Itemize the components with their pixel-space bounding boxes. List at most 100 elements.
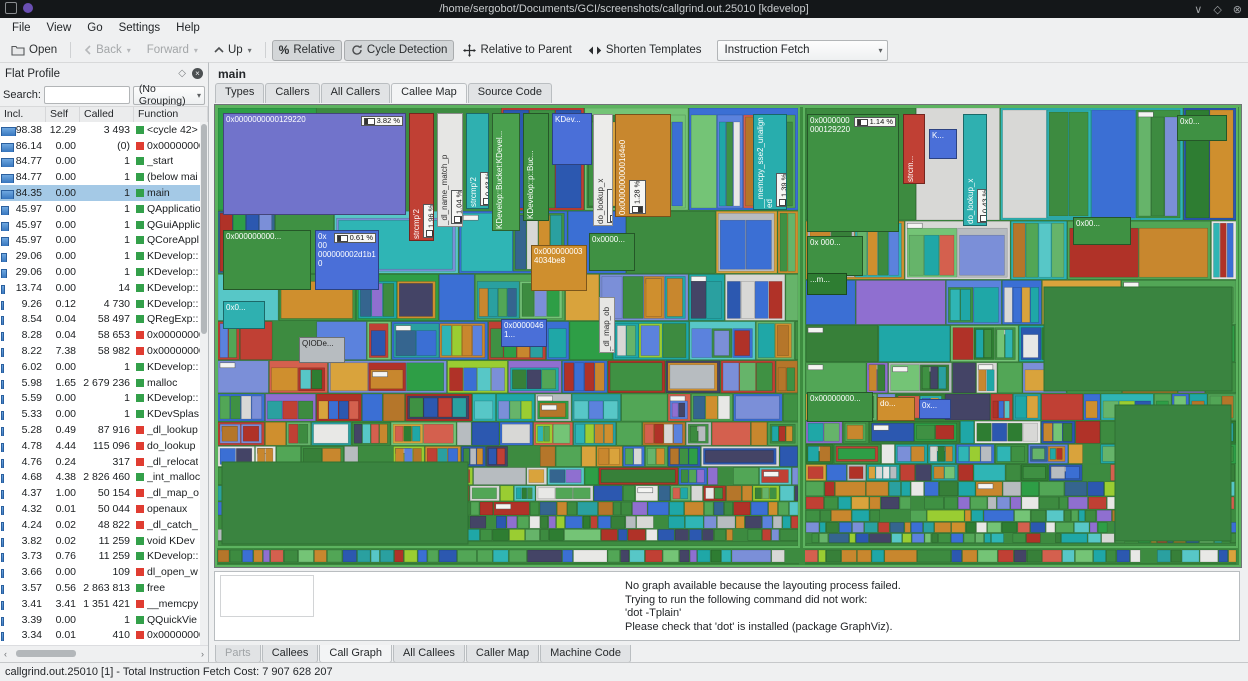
tab-source-code[interactable]: Source Code — [468, 83, 552, 103]
treemap-block[interactable]: ...m... — [807, 273, 847, 295]
table-row[interactable]: 3.340.014100x00000000 — [0, 628, 200, 644]
treemap-block[interactable]: strcmp'21.96 % — [409, 113, 434, 241]
treemap-block[interactable]: 0x0000... — [589, 233, 635, 271]
float-dock-icon[interactable]: ◇ — [178, 68, 186, 79]
treemap-block[interactable]: 3.82 %0x0000000000129220 — [223, 113, 406, 215]
menu-help[interactable]: Help — [168, 20, 208, 36]
menu-settings[interactable]: Settings — [111, 20, 169, 36]
table-row[interactable]: 3.730.7611 259KDevelop:: — [0, 549, 200, 565]
table-row[interactable]: 3.390.001QQuickVie — [0, 612, 200, 628]
table-row[interactable]: 29.060.001KDevelop:: — [0, 264, 200, 280]
table-row[interactable]: 84.770.001(below mai — [0, 169, 200, 185]
treemap-block[interactable]: 0x... — [919, 399, 951, 419]
tab-all-callers[interactable]: All Callers — [321, 83, 391, 103]
tab-call-graph[interactable]: Call Graph — [319, 645, 392, 663]
treemap-block[interactable]: KDev... — [552, 113, 592, 165]
table-row[interactable]: 4.371.0050 154_dl_map_o — [0, 485, 200, 501]
toolbar-shorten-templates[interactable]: Shorten Templates — [581, 40, 709, 61]
table-row[interactable]: 4.684.382 826 460_int_malloc — [0, 470, 200, 486]
maximize-button[interactable]: ◇ — [1213, 3, 1221, 16]
table-row[interactable]: 3.570.562 863 813free — [0, 580, 200, 596]
treemap-block[interactable]: KDevelop::Bucket:KDevel... — [492, 113, 520, 231]
treemap-block[interactable]: 0x00000000... — [807, 392, 873, 422]
table-row[interactable]: 3.413.411 351 421__memcpy — [0, 596, 200, 612]
tab-callee-map[interactable]: Callee Map — [391, 83, 467, 103]
scroll-left-icon[interactable]: ‹ — [4, 649, 7, 659]
table-row[interactable]: 6.020.001KDevelop:: — [0, 359, 200, 375]
table-row[interactable]: 84.350.001main — [0, 185, 200, 201]
toolbar-back[interactable]: Back▾ — [77, 40, 138, 61]
search-input[interactable] — [44, 86, 130, 104]
column-header-called[interactable]: Called — [80, 107, 134, 123]
treemap-block[interactable]: 0x 000... — [807, 236, 863, 276]
table-row[interactable]: 4.240.0248 822_dl_catch_ — [0, 517, 200, 533]
menu-go[interactable]: Go — [79, 20, 110, 36]
tab-all-callees[interactable]: All Callees — [393, 645, 465, 663]
close-dock-icon[interactable]: × — [192, 68, 203, 79]
treemap-block[interactable]: 0x0... — [223, 301, 265, 329]
treemap-block[interactable]: do_lookup_x1.44 % — [593, 114, 613, 226]
table-row[interactable]: 4.760.24317_dl_relocat — [0, 454, 200, 470]
table-row[interactable]: 8.540.0458 497QRegExp:: — [0, 312, 200, 328]
table-row[interactable]: 45.970.001QGuiApplic — [0, 217, 200, 233]
table-row[interactable]: 4.784.44115 096do_lookup — [0, 438, 200, 454]
toolbar-forward[interactable]: Forward▾ — [140, 40, 205, 61]
menu-file[interactable]: File — [4, 20, 39, 36]
treemap-block[interactable]: 0x000000000... — [223, 230, 311, 290]
table-row[interactable]: 5.981.652 679 236malloc — [0, 375, 200, 391]
menu-view[interactable]: View — [39, 20, 80, 36]
treemap-block[interactable]: 0x00... — [1073, 217, 1131, 245]
vertical-scrollbar[interactable] — [200, 122, 208, 646]
table-row[interactable]: 9.260.124 730KDevelop:: — [0, 296, 200, 312]
column-header-function[interactable]: Function — [134, 107, 208, 123]
toolbar-relative[interactable]: %Relative — [272, 40, 342, 61]
treemap-block[interactable]: 0x00000000001d4e01.28 % — [615, 114, 671, 217]
treemap-block[interactable]: do... — [877, 397, 915, 421]
treemap-block[interactable]: do_lookup_x0.43 % — [963, 114, 987, 226]
titlebar[interactable]: /home/sergobot/Documents/GCI/screenshots… — [0, 0, 1248, 18]
treemap-block[interactable]: KDevelop::p::Buc... — [523, 113, 549, 221]
table-row[interactable]: 8.280.0458 6530x00000000 — [0, 327, 200, 343]
flat-profile-table[interactable]: 98.3812.293 493<cycle 42>86.140.00(0)0x0… — [0, 122, 200, 646]
table-row[interactable]: 5.330.001KDevSplas — [0, 406, 200, 422]
treemap-block[interactable]: 1.14 %0x0000000000129220 — [807, 114, 899, 232]
treemap-block[interactable]: 0x00000461... — [501, 319, 547, 347]
callee-map[interactable]: 3.82 %0x0000000000129220strcmp'21.96 %_d… — [214, 104, 1242, 568]
treemap-block[interactable]: 0x0000000034034be8 — [531, 245, 587, 291]
treemap-block[interactable]: K... — [929, 129, 957, 159]
treemap-block[interactable]: __memcpy_sse2_unaligned1.39 % — [753, 114, 787, 210]
treemap-block[interactable]: 0.61 %0x00000000002d1b10 — [315, 230, 379, 290]
table-row[interactable]: 3.660.00109dl_open_w — [0, 564, 200, 580]
table-row[interactable]: 8.227.3858 9820x00000000 — [0, 343, 200, 359]
treemap-block[interactable]: QIODe... — [299, 337, 345, 363]
column-header-incl[interactable]: Incl. — [0, 107, 46, 123]
scroll-right-icon[interactable]: › — [201, 649, 204, 659]
table-row[interactable]: 45.970.001QApplicatio — [0, 201, 200, 217]
horizontal-scrollbar[interactable]: ‹ › — [0, 645, 208, 662]
table-row[interactable]: 45.970.001QCoreAppl — [0, 233, 200, 249]
table-row[interactable]: 5.280.4987 916_dl_lookup — [0, 422, 200, 438]
tab-types[interactable]: Types — [215, 83, 264, 103]
grouping-select[interactable]: (No Grouping) ▾ — [133, 86, 205, 105]
treemap-block[interactable]: _dl_name_match_p1.04 % — [437, 113, 463, 227]
tab-machine-code[interactable]: Machine Code — [540, 645, 631, 663]
table-row[interactable]: 86.140.00(0)0x00000000 — [0, 138, 200, 154]
table-row[interactable]: 98.3812.293 493<cycle 42> — [0, 122, 200, 138]
treemap-block[interactable]: strcm... — [903, 114, 925, 184]
table-row[interactable]: 4.320.0150 044openaux — [0, 501, 200, 517]
minimize-button[interactable]: ∨ — [1194, 3, 1202, 16]
table-row[interactable]: 84.770.001_start — [0, 154, 200, 170]
treemap-block[interactable]: _dl_map_obj... — [599, 297, 615, 353]
treemap-block[interactable]: strcmp'20.43 % — [466, 113, 489, 209]
tab-callers[interactable]: Callers — [265, 83, 319, 103]
toolbar-cycle-detection[interactable]: Cycle Detection — [344, 40, 455, 61]
table-row[interactable]: 3.820.0211 259void KDev — [0, 533, 200, 549]
table-row[interactable]: 5.590.001KDevelop:: — [0, 391, 200, 407]
column-header-self[interactable]: Self — [46, 107, 80, 123]
treemap-block[interactable]: 0x0... — [1177, 115, 1227, 141]
tab-caller-map[interactable]: Caller Map — [466, 645, 539, 663]
close-button[interactable]: ⊗ — [1233, 3, 1242, 16]
event-type-select[interactable]: Instruction Fetch▾ — [717, 40, 888, 61]
table-row[interactable]: 13.740.0014KDevelop:: — [0, 280, 200, 296]
toolbar-open[interactable]: Open — [4, 40, 64, 61]
